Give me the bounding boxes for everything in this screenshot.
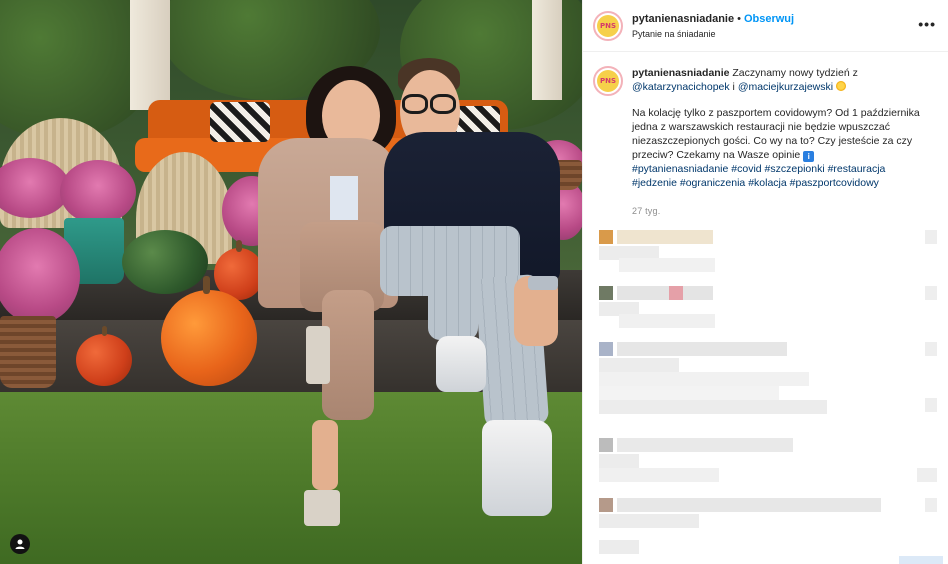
caption-line: Zaczynamy nowy tydzień z xyxy=(732,67,858,79)
instagram-post-view: PNS pytanienasniadanie • Obserwuj Pytanie … xyxy=(0,0,948,564)
comment-avatar xyxy=(669,286,683,300)
caption-conjunction: i xyxy=(732,81,735,93)
orange-pumpkin xyxy=(161,290,257,386)
comment-placeholder xyxy=(599,540,639,554)
location-link[interactable]: Pytanie na śniadanie xyxy=(632,27,794,42)
comment-like-placeholder xyxy=(917,468,937,482)
caption-username[interactable]: pytanienasniadanie xyxy=(632,67,729,79)
comment-placeholder xyxy=(619,314,715,328)
post-sidebar: PNS pytanienasniadanie • Obserwuj Pytanie … xyxy=(582,0,948,564)
comment-placeholder xyxy=(617,498,881,512)
header-text: pytanienasniadanie • Obserwuj Pytanie na ś… xyxy=(632,10,794,42)
hashtag-link[interactable]: #jedzenie xyxy=(632,177,677,189)
comment-like-placeholder xyxy=(925,230,937,244)
wicker-pot xyxy=(0,316,56,388)
orange-pumpkin xyxy=(76,334,132,386)
comment-avatar xyxy=(599,438,613,452)
mention-link[interactable]: @katarzynacichopek xyxy=(632,81,730,93)
hashtag-link[interactable]: #pytanienasniadanie xyxy=(632,163,728,175)
mention-link[interactable]: @maciejkurzajewski xyxy=(738,81,833,93)
post-photo[interactable] xyxy=(0,0,582,564)
post-caption: PNS pytanienasniadanie Zaczynamy nowy ty… xyxy=(583,52,948,218)
comment-like-placeholder xyxy=(925,498,937,512)
author-avatar[interactable]: PNS xyxy=(593,10,623,41)
comment-placeholder xyxy=(617,342,787,356)
hashtag-link[interactable]: #ograniczenia xyxy=(680,177,745,189)
glasses xyxy=(402,94,428,114)
comments-blurred xyxy=(583,222,948,564)
tagged-users-button[interactable] xyxy=(10,534,30,554)
pns-logo-icon: PNS xyxy=(597,70,619,92)
curtain xyxy=(532,0,562,100)
pumpkin-stem xyxy=(203,276,210,294)
pumpkin-stem xyxy=(102,326,107,336)
man-trousers xyxy=(428,260,478,340)
person-icon xyxy=(15,539,25,549)
hashtag-list: #pytanienasniadanie #covid #szczepionki … xyxy=(632,162,932,190)
sun-emoji-icon xyxy=(836,81,846,91)
comment-placeholder xyxy=(617,230,713,244)
comment-like-placeholder xyxy=(925,342,937,356)
post-timestamp[interactable]: 27 tyg. xyxy=(632,204,932,218)
wristwatch xyxy=(528,276,558,290)
comment-placeholder xyxy=(617,286,713,300)
hashtag-link[interactable]: #kolacja xyxy=(748,177,787,189)
post-header: PNS pytanienasniadanie • Obserwuj Pytanie … xyxy=(583,0,948,52)
info-emoji-icon: i xyxy=(803,151,815,162)
author-username[interactable]: pytanienasniadanie xyxy=(632,13,734,25)
comment-like-placeholder xyxy=(925,286,937,300)
comment-placeholder xyxy=(599,454,639,468)
comment-placeholder xyxy=(599,358,679,372)
man-sneaker xyxy=(436,336,486,392)
hashtag-link[interactable]: #paszportcovidowy xyxy=(790,177,879,189)
woman-shoe xyxy=(304,490,340,526)
caption-body: pytanienasniadanie Zaczynamy nowy tydzie… xyxy=(632,66,932,218)
comment-placeholder xyxy=(599,514,699,528)
hashtag-link[interactable]: #covid xyxy=(731,163,761,175)
curtain xyxy=(130,0,170,110)
comment-avatar xyxy=(599,286,613,300)
follow-button[interactable]: Obserwuj xyxy=(744,13,794,25)
comment-placeholder xyxy=(599,400,827,414)
comment-avatar xyxy=(599,342,613,356)
man-sneaker xyxy=(482,420,552,516)
more-options-button[interactable]: ••• xyxy=(918,16,936,32)
woman-leg xyxy=(312,420,338,490)
separator-dot: • xyxy=(737,12,741,25)
hashtag-link[interactable]: #szczepionki xyxy=(765,163,825,175)
green-pumpkin xyxy=(122,230,208,294)
caption-avatar[interactable]: PNS xyxy=(593,66,623,96)
comment-placeholder xyxy=(599,468,719,482)
comment-placeholder xyxy=(899,556,943,564)
pns-logo-icon: PNS xyxy=(597,14,619,37)
woman-shoe xyxy=(306,326,330,384)
comment-avatar xyxy=(599,498,613,512)
woman-top xyxy=(330,176,358,220)
pumpkin-stem xyxy=(236,240,242,252)
comment-avatar xyxy=(599,230,613,244)
comment-like-placeholder xyxy=(925,398,937,412)
glasses xyxy=(430,94,456,114)
hashtag-link[interactable]: #restauracja xyxy=(828,163,886,175)
comment-placeholder xyxy=(617,438,793,452)
comment-placeholder xyxy=(599,386,779,400)
comment-placeholder xyxy=(599,372,809,386)
heather-plant xyxy=(60,160,136,224)
caption-paragraph: Na kolację tylko z paszportem covidowym?… xyxy=(632,107,920,161)
pillow xyxy=(210,102,270,142)
comment-placeholder xyxy=(619,258,715,272)
